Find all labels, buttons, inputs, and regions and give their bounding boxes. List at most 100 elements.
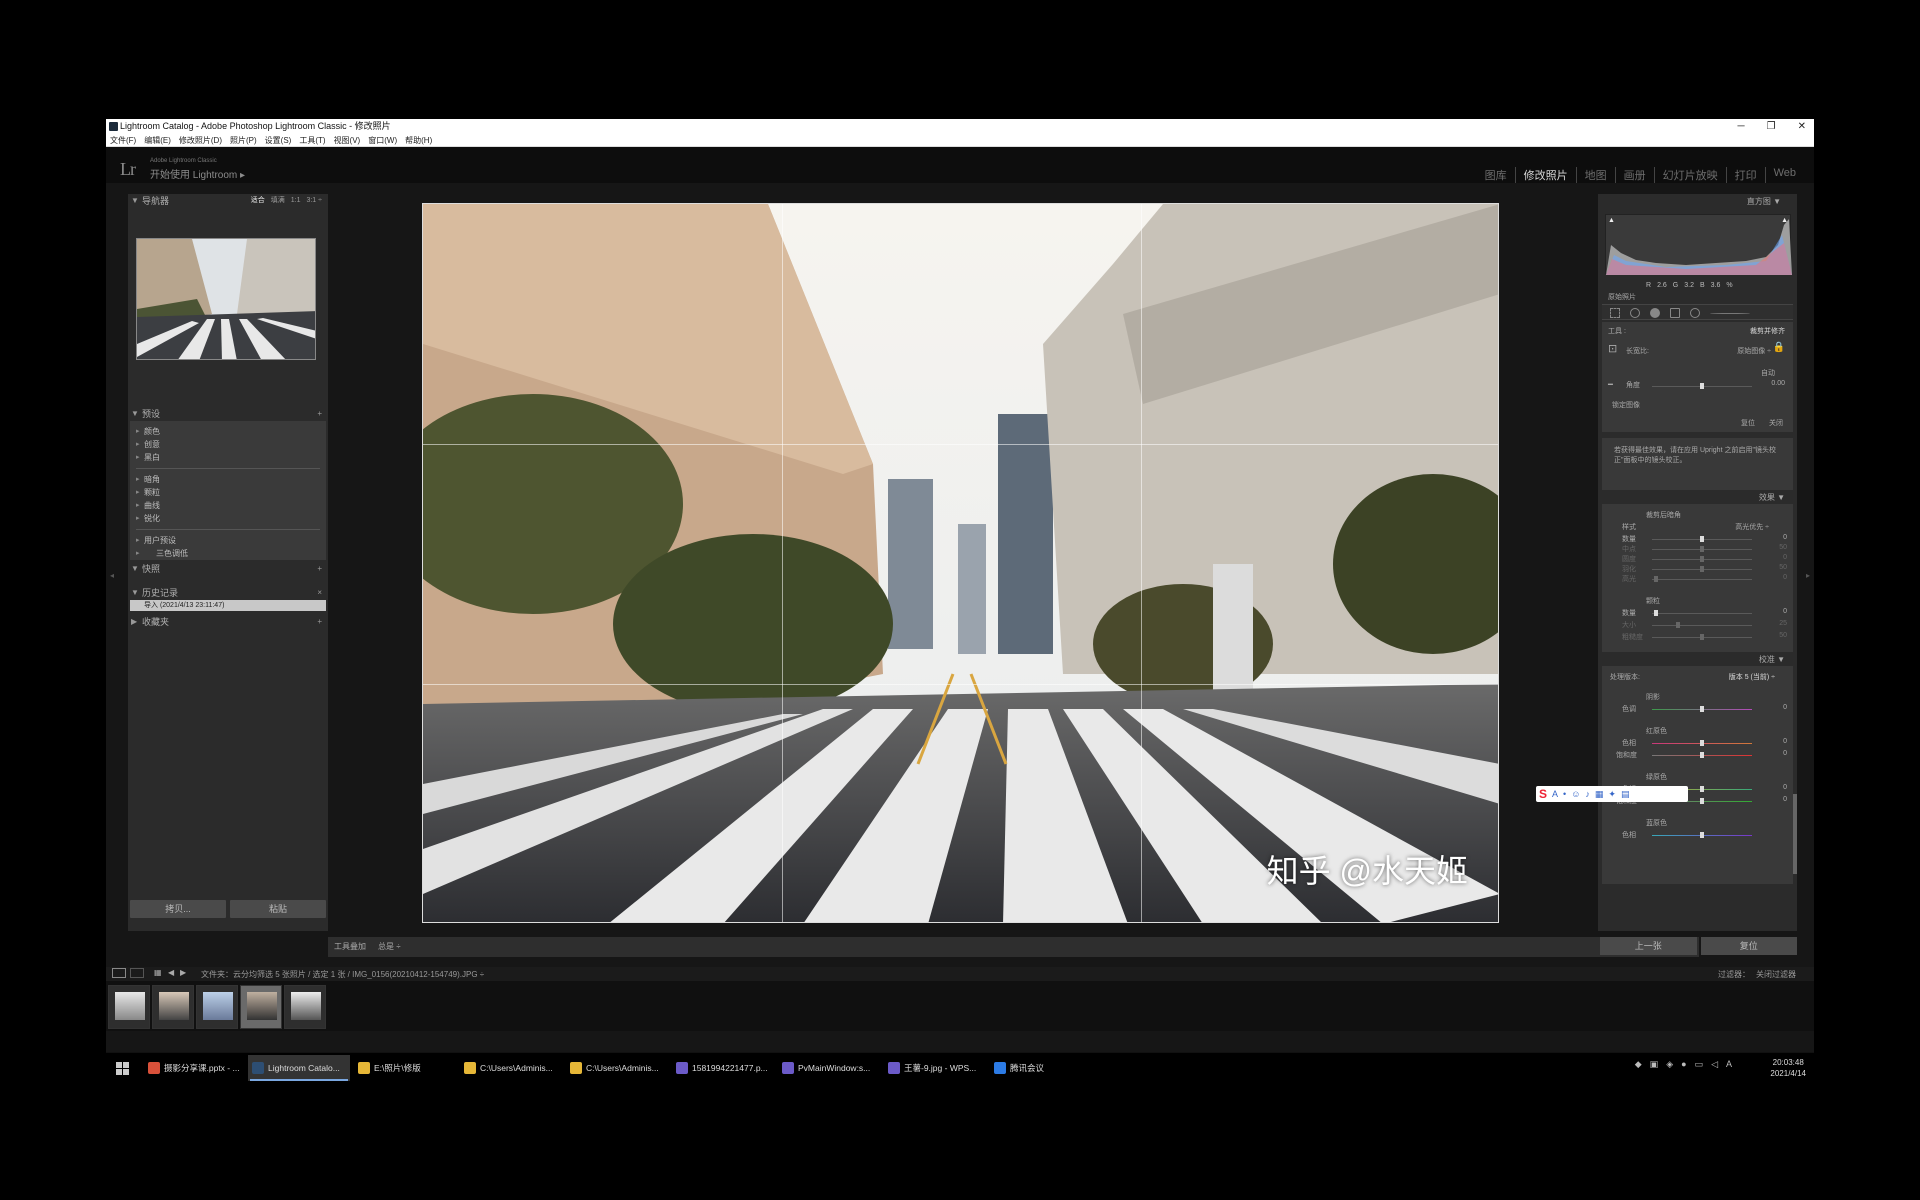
crop-reset-button[interactable]: 复位 (1741, 418, 1755, 428)
reset-button[interactable]: 复位 (1700, 937, 1797, 955)
add-snapshot-icon[interactable]: + (317, 562, 322, 576)
spot-removal-icon[interactable] (1630, 308, 1640, 318)
module-web[interactable]: Web (1764, 167, 1804, 183)
maximize-button[interactable]: ❐ (1767, 119, 1776, 134)
taskbar-item-folder[interactable]: C:\Users\Adminis... (566, 1055, 670, 1081)
grain-amount-value[interactable]: 0 (1783, 608, 1787, 615)
constrain-checkbox[interactable]: 锁定图像 (1612, 400, 1640, 410)
preset-item[interactable]: 三色调低 (130, 547, 326, 560)
highlight-clip-icon[interactable]: ▲ (1781, 217, 1788, 224)
tool-overlay-select[interactable]: 总是 ÷ (378, 941, 401, 952)
taskbar-item-pptx[interactable]: 摄影分享课.pptx - ... (144, 1055, 244, 1081)
tray-icon[interactable]: ▣ (1650, 1059, 1659, 1070)
photo-canvas[interactable]: 知乎 @水天姬 (422, 203, 1499, 923)
back-arrow-icon[interactable]: ◀ (168, 968, 174, 977)
previous-button[interactable]: 上一张 (1600, 937, 1697, 955)
grain-roughness-value[interactable]: 50 (1779, 632, 1787, 639)
vignette-feather-value[interactable]: 50 (1779, 564, 1787, 571)
zoom-fill-option[interactable]: 填满 (271, 194, 285, 208)
aspect-select[interactable]: 原始图像 ÷ (1737, 346, 1771, 356)
menu-edit[interactable]: 编辑(E) (144, 134, 171, 146)
brush-tool-icon[interactable] (1710, 313, 1750, 314)
emoji-icon[interactable]: ☺ (1571, 789, 1580, 799)
history-step[interactable]: 导入 (2021/4/13 23:11:47) (130, 600, 326, 611)
menu-tools[interactable]: 工具(T) (299, 134, 325, 146)
right-panel-scrollbar[interactable] (1793, 794, 1797, 874)
filmstrip-thumb[interactable] (108, 985, 150, 1029)
crop-close-button[interactable]: 关闭 (1769, 418, 1783, 428)
ime-mode-icon[interactable]: A (1552, 789, 1558, 799)
red-sat-slider[interactable] (1652, 752, 1752, 758)
skin-icon[interactable]: ✦ (1608, 789, 1616, 800)
preset-folder-bw[interactable]: 黑白 (130, 451, 326, 464)
close-button[interactable]: ✕ (1798, 119, 1806, 134)
taskbar-item-image[interactable]: PvMainWindow:s... (778, 1055, 882, 1081)
grain-size-value[interactable]: 25 (1779, 620, 1787, 627)
microphone-icon[interactable]: ● (1681, 1059, 1686, 1070)
graduated-filter-icon[interactable] (1670, 308, 1680, 318)
taskbar-item-lightroom[interactable]: Lightroom Catalo... (248, 1055, 350, 1081)
right-panel-toggle-icon[interactable]: ▸ (1806, 571, 1810, 580)
radial-filter-icon[interactable] (1690, 308, 1700, 318)
menu-develop[interactable]: 修改照片(D) (179, 134, 222, 146)
angle-value[interactable]: 0.00 (1771, 380, 1785, 387)
red-hue-value[interactable]: 0 (1783, 738, 1787, 745)
red-eye-icon[interactable] (1650, 308, 1660, 318)
zoom-fit-option[interactable]: 适合 (251, 194, 265, 208)
angle-slider[interactable] (1652, 383, 1752, 389)
module-library[interactable]: 图库 (1477, 167, 1515, 183)
voice-icon[interactable]: ♪ (1585, 789, 1590, 799)
taskbar-item-wps[interactable]: 王薯-9.jpg - WPS... (884, 1055, 988, 1081)
grid-view-icon[interactable]: ▦ (154, 968, 162, 977)
minimize-button[interactable]: ─ (1738, 119, 1745, 134)
red-hue-slider[interactable] (1652, 740, 1752, 746)
windows-start-icon[interactable] (116, 1062, 129, 1075)
preset-folder-sharpen[interactable]: 锐化 (130, 512, 326, 525)
lock-icon[interactable]: 🔒 (1773, 342, 1785, 353)
module-develop[interactable]: 修改照片 (1514, 167, 1576, 183)
blue-hue-slider[interactable] (1652, 832, 1752, 838)
second-window-icon[interactable] (130, 968, 144, 978)
menu-photo[interactable]: 照片(P) (230, 134, 257, 146)
process-select[interactable]: 版本 5 (当前) ÷ (1729, 672, 1775, 682)
taskbar-item-meeting[interactable]: 腾讯会议 (990, 1055, 1080, 1081)
forward-arrow-icon[interactable]: ▶ (180, 968, 186, 977)
crop-frame-icon[interactable]: ⊡ (1608, 342, 1617, 355)
menu-window[interactable]: 窗口(W) (368, 134, 397, 146)
punctuation-icon[interactable]: • (1563, 789, 1566, 799)
module-print[interactable]: 打印 (1725, 167, 1765, 183)
filmstrip-thumb[interactable] (152, 985, 194, 1029)
taskbar-item-image[interactable]: 1581994221477.p... (672, 1055, 776, 1081)
vignette-highlights-slider[interactable] (1652, 576, 1752, 582)
vignette-midpoint-slider[interactable] (1652, 546, 1752, 552)
left-panel-toggle-icon[interactable]: ◂ (110, 571, 114, 580)
toolbox-icon[interactable]: ▤ (1621, 789, 1630, 800)
ime-indicator[interactable]: A (1726, 1059, 1732, 1070)
copy-settings-button[interactable]: 拷贝... (130, 900, 226, 918)
zoom-1to1-option[interactable]: 1:1 (291, 194, 301, 208)
ime-toolbar[interactable]: S A • ☺ ♪ ▦ ✦ ▤ (1536, 786, 1688, 802)
module-slideshow[interactable]: 幻灯片放映 (1653, 167, 1726, 183)
style-select[interactable]: 高光优先 ÷ (1735, 522, 1769, 532)
menu-settings[interactable]: 设置(S) (265, 134, 292, 146)
vignette-highlights-value[interactable]: 0 (1783, 574, 1787, 581)
tray-icon[interactable]: ◈ (1666, 1059, 1673, 1070)
histogram[interactable]: ▲ ▲ (1605, 214, 1792, 275)
volume-icon[interactable]: ◁ (1711, 1059, 1718, 1070)
crop-tool-icon[interactable] (1610, 308, 1620, 318)
preset-folder-creative[interactable]: 创意 (130, 438, 326, 451)
vignette-midpoint-value[interactable]: 50 (1779, 544, 1787, 551)
histogram-header[interactable]: 直方图 ▼ (1598, 196, 1789, 208)
module-book[interactable]: 画册 (1614, 167, 1654, 183)
vignette-amount-value[interactable]: 0 (1783, 534, 1787, 541)
vignette-feather-slider[interactable] (1652, 566, 1752, 572)
taskbar-item-folder[interactable]: E:\照片\修版 (354, 1055, 454, 1081)
zoom-custom-option[interactable]: 3:1 ÷ (306, 194, 322, 208)
preset-folder-user[interactable]: 用户预设 (130, 534, 326, 547)
preset-folder-vignette[interactable]: 暗角 (130, 473, 326, 486)
add-collection-icon[interactable]: + (317, 615, 322, 629)
vignette-roundness-slider[interactable] (1652, 556, 1752, 562)
add-preset-icon[interactable]: + (317, 407, 322, 421)
history-header[interactable]: ▼ 历史记录 × (128, 586, 328, 600)
navigator-preview[interactable] (136, 238, 316, 360)
